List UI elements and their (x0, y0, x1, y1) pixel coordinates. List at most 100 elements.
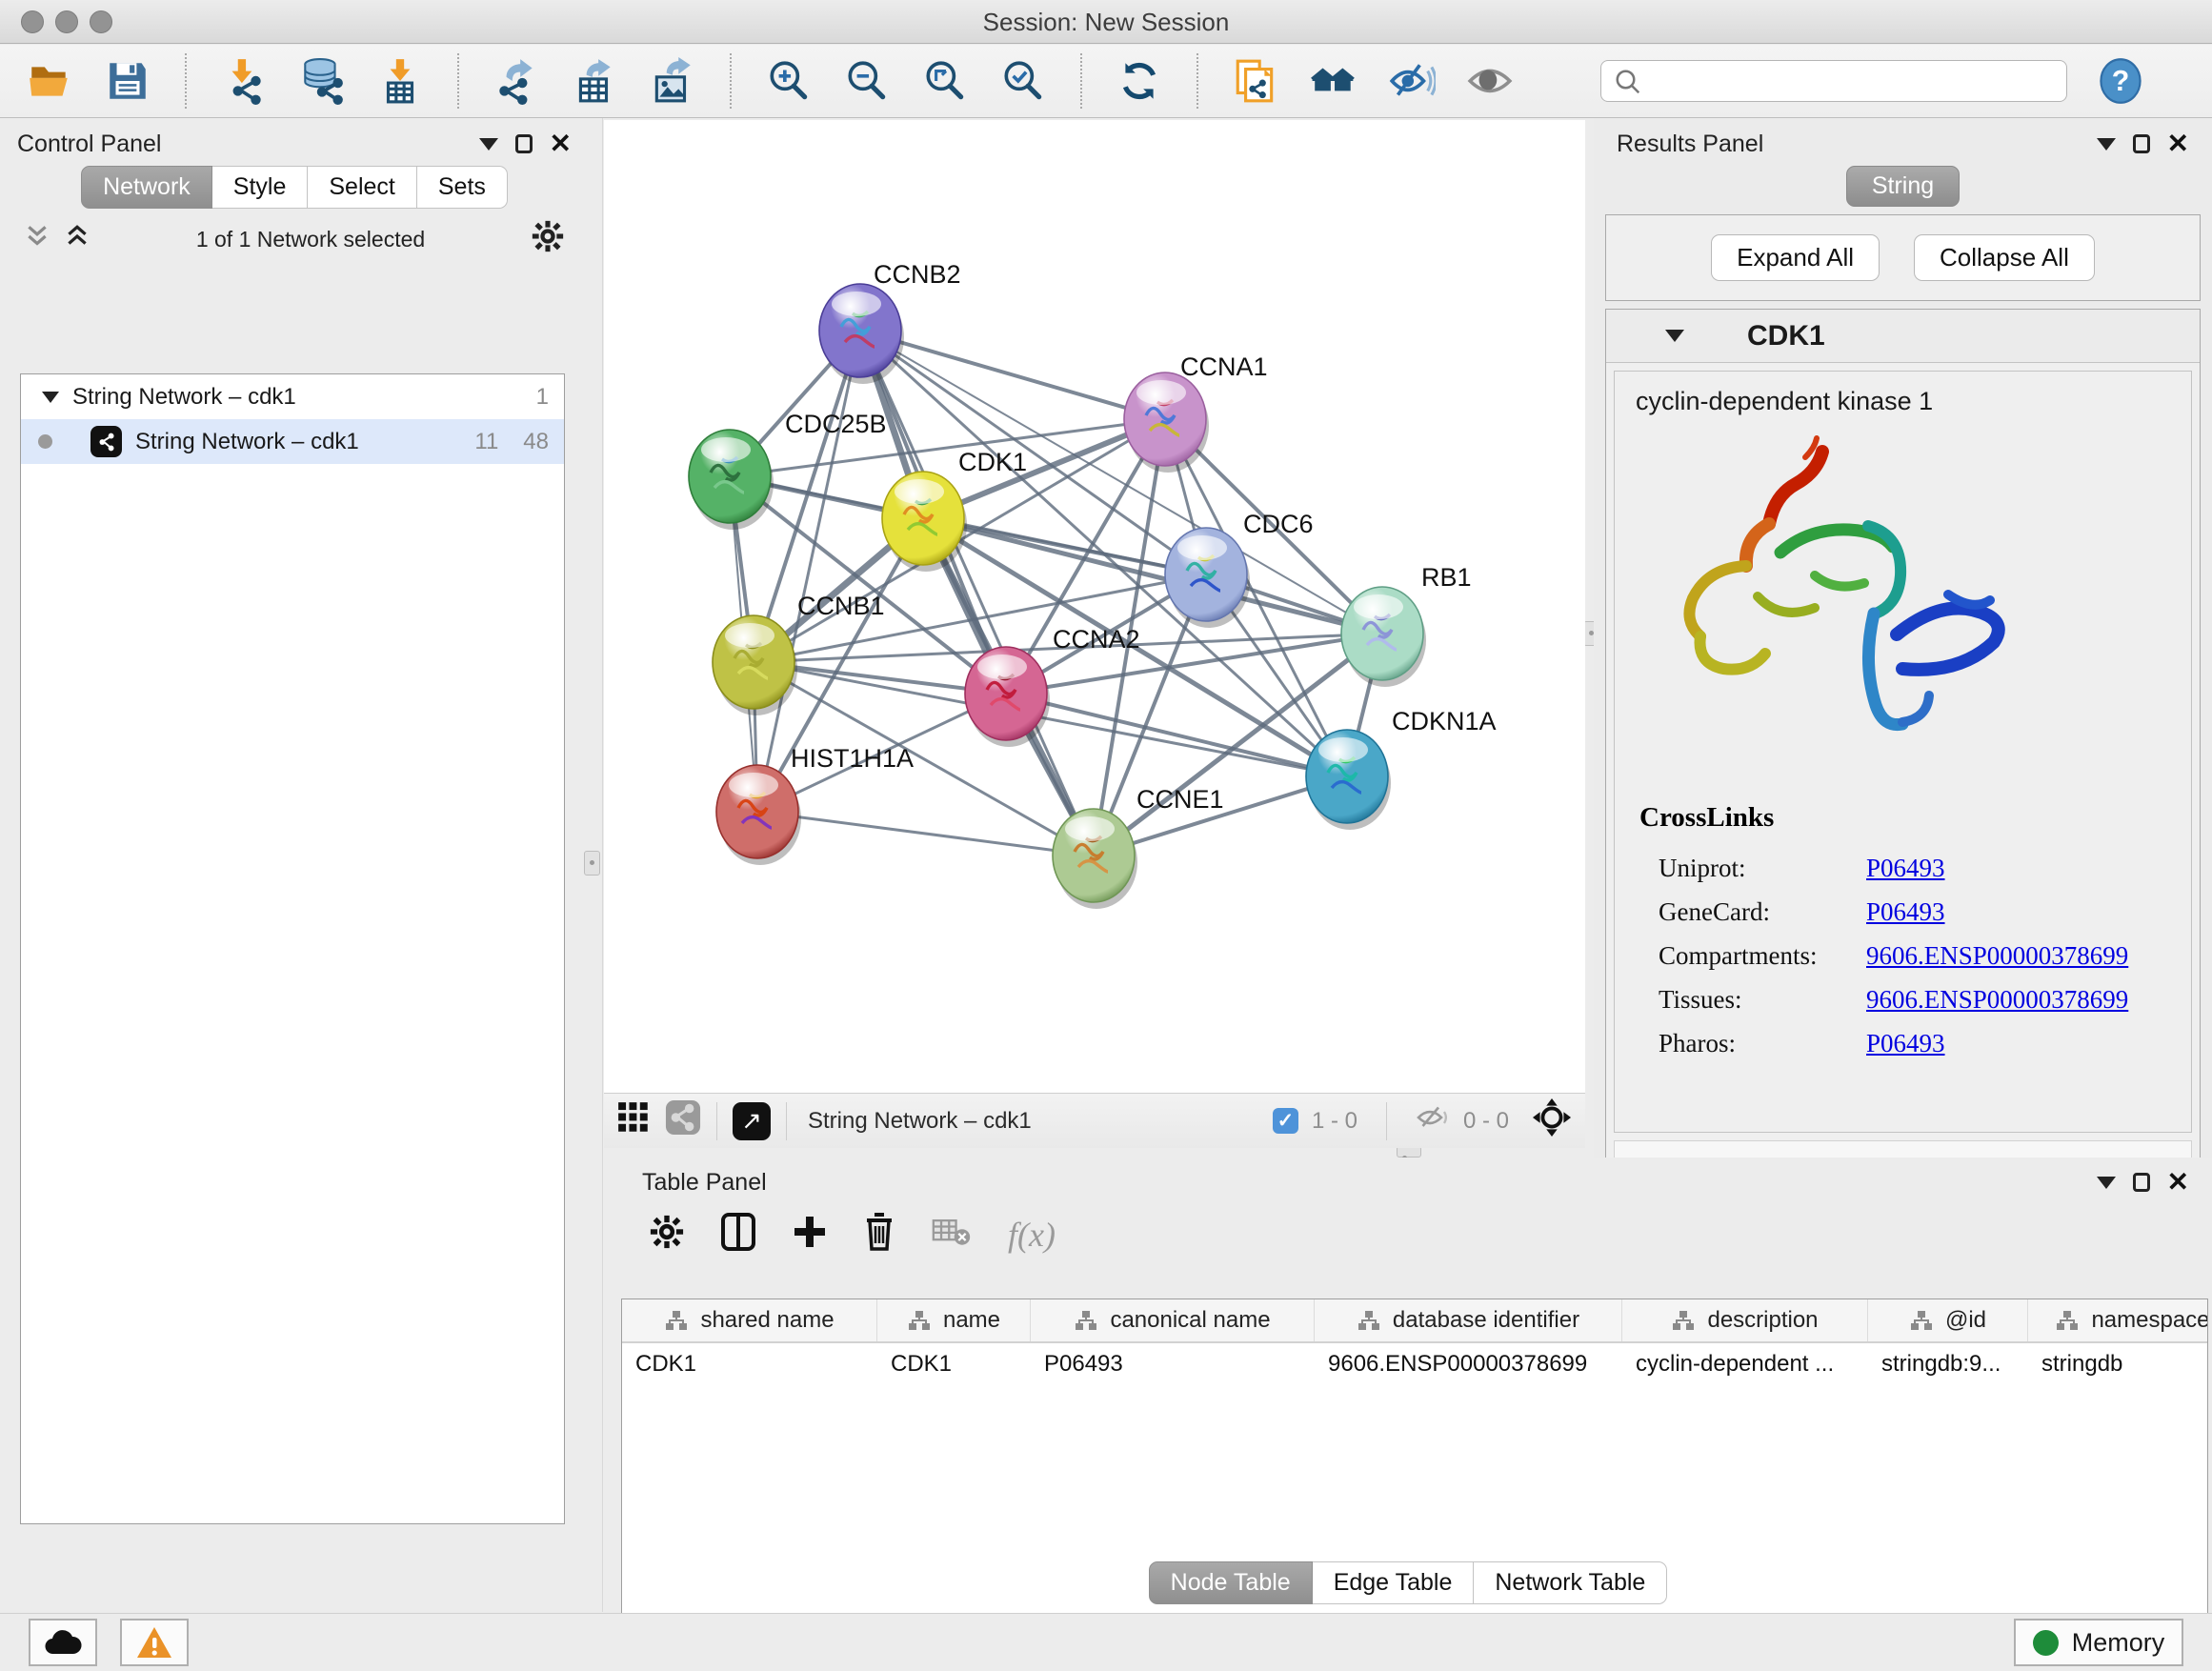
network-node-CCNA1[interactable]: CCNA1 (1124, 352, 1268, 473)
open-in-window-icon[interactable]: ↗ (733, 1102, 771, 1140)
zoom-fit-icon[interactable] (920, 56, 970, 106)
export-table-icon[interactable] (570, 56, 619, 106)
tab-node-table[interactable]: Node Table (1149, 1561, 1313, 1604)
grid-view-icon[interactable] (617, 1101, 650, 1140)
node-count: 11 (474, 429, 498, 455)
results-scrollbar[interactable] (1614, 1140, 2192, 1159)
tab-string[interactable]: String (1846, 166, 1960, 207)
table-cell[interactable]: stringdb:9... (1868, 1343, 2028, 1387)
show-eye-icon[interactable] (1465, 56, 1515, 106)
window-title: Session: New Session (0, 8, 2212, 37)
current-network-title: String Network – cdk1 (808, 1108, 1032, 1135)
expand-all-button[interactable]: Expand All (1711, 234, 1880, 281)
panel-float-icon[interactable] (2133, 134, 2150, 153)
network-view-mode-icon[interactable] (665, 1099, 701, 1142)
table-row[interactable]: CDK1CDK1P064939606.ENSP00000378699cyclin… (622, 1343, 2207, 1387)
open-session-icon[interactable] (25, 56, 74, 106)
import-database-icon[interactable] (297, 56, 347, 106)
panel-float-icon[interactable] (2133, 1173, 2150, 1192)
network-node-HIST1H1A[interactable]: HIST1H1A (716, 744, 914, 865)
table-cell[interactable]: P06493 (1031, 1343, 1315, 1387)
column-header-id[interactable]: @id (1868, 1299, 2028, 1341)
export-network-icon[interactable] (492, 56, 541, 106)
zoom-out-icon[interactable] (842, 56, 892, 106)
network-edge[interactable] (757, 812, 1094, 856)
node-label: CDKN1A (1392, 707, 1497, 735)
gene-section-header[interactable]: CDK1 (1606, 310, 2200, 363)
zoom-selected-icon[interactable] (998, 56, 1048, 106)
panel-float-icon[interactable] (515, 134, 533, 153)
collapse-all-button[interactable]: Collapse All (1914, 234, 2095, 281)
expand-all-networks-icon[interactable] (65, 223, 90, 255)
column-header-namespace[interactable]: namespace (2028, 1299, 2208, 1341)
network-edge[interactable] (757, 331, 860, 812)
show-columns-icon[interactable] (720, 1213, 756, 1256)
collection-expander-icon[interactable] (42, 392, 59, 403)
help-icon[interactable]: ? (2096, 56, 2145, 106)
network-label: String Network – cdk1 (135, 429, 359, 455)
column-header-canonicalname[interactable]: canonical name (1031, 1299, 1315, 1341)
crosslink-link[interactable]: 9606.ENSP00000378699 (1866, 985, 2128, 1015)
collapse-all-networks-icon[interactable] (25, 223, 50, 255)
panel-menu-icon[interactable] (479, 138, 498, 151)
network-node-CDKN1A[interactable]: CDKN1A (1306, 707, 1497, 830)
table-cell[interactable]: CDK1 (877, 1343, 1031, 1387)
network-options-gear-icon[interactable] (532, 220, 564, 258)
column-header-name[interactable]: name (877, 1299, 1031, 1341)
panel-close-icon[interactable]: ✕ (2167, 131, 2189, 157)
network-canvas[interactable]: CCNB2CCNA1CDC25BCDK1CDC6RB1CCNB1CCNA2CDK… (604, 120, 1585, 1093)
network-node-RB1[interactable]: RB1 (1341, 563, 1472, 687)
tab-network[interactable]: Network (81, 166, 212, 209)
fit-content-crosshair-icon[interactable] (1532, 1097, 1572, 1144)
crosslink-link[interactable]: 9606.ENSP00000378699 (1866, 941, 2128, 971)
table-cell[interactable]: stringdb (2028, 1343, 2208, 1387)
home-pages-icon[interactable] (1309, 56, 1358, 106)
network-node-CCNE1[interactable]: CCNE1 (1053, 785, 1224, 909)
tab-network-table[interactable]: Network Table (1474, 1561, 1667, 1604)
search-input[interactable] (1600, 60, 2067, 102)
tab-sets[interactable]: Sets (417, 166, 508, 209)
panel-menu-icon[interactable] (2097, 138, 2116, 151)
network-row[interactable]: String Network – cdk1 11 48 (21, 419, 564, 464)
network-edge[interactable] (860, 331, 1165, 419)
import-table-icon[interactable] (375, 56, 425, 106)
table-cell[interactable]: cyclin-dependent ... (1622, 1343, 1868, 1387)
zoom-in-icon[interactable] (764, 56, 814, 106)
network-edge[interactable] (1006, 694, 1347, 776)
table-cell[interactable]: 9606.ENSP00000378699 (1315, 1343, 1622, 1387)
network-view-toolbar: ↗ String Network – cdk1 ✓ 1 - 0 0 - 0 (604, 1093, 1585, 1148)
gene-expander-icon[interactable] (1665, 330, 1684, 342)
crosslink-link[interactable]: P06493 (1866, 897, 1945, 927)
copy-style-icon[interactable] (1231, 56, 1280, 106)
table-settings-gear-icon[interactable] (650, 1215, 684, 1254)
export-image-icon[interactable] (648, 56, 697, 106)
panel-menu-icon[interactable] (2097, 1177, 2116, 1189)
network-collection-row[interactable]: String Network – cdk1 1 (21, 374, 564, 419)
memory-button[interactable]: Memory (2014, 1619, 2183, 1666)
cloud-status-button[interactable] (29, 1619, 97, 1666)
network-node-CCNB2[interactable]: CCNB2 (819, 260, 961, 384)
add-column-icon[interactable] (793, 1215, 827, 1254)
column-header-description[interactable]: description (1622, 1299, 1868, 1341)
tab-select[interactable]: Select (308, 166, 416, 209)
panel-close-icon[interactable]: ✕ (550, 131, 572, 157)
table-cell[interactable]: CDK1 (622, 1343, 877, 1387)
hide-unhide-icon[interactable] (1387, 56, 1437, 106)
crosslink-link[interactable]: P06493 (1866, 854, 1945, 883)
column-header-sharedname[interactable]: shared name (622, 1299, 877, 1341)
import-network-icon[interactable] (219, 56, 269, 106)
column-header-databaseidentifier[interactable]: database identifier (1315, 1299, 1622, 1341)
warnings-button[interactable] (120, 1619, 189, 1666)
network-edge[interactable] (860, 331, 1094, 856)
left-splitter-handle[interactable] (584, 851, 600, 876)
crosslinks-title: CrossLinks (1639, 802, 1774, 834)
selected-checkbox-icon[interactable]: ✓ (1273, 1108, 1298, 1134)
refresh-icon[interactable] (1115, 56, 1164, 106)
tab-edge-table[interactable]: Edge Table (1313, 1561, 1475, 1604)
panel-close-icon[interactable]: ✕ (2167, 1169, 2189, 1196)
tab-style[interactable]: Style (212, 166, 309, 209)
delete-column-icon[interactable] (863, 1213, 895, 1256)
crosslink-link[interactable]: P06493 (1866, 1029, 1945, 1058)
gene-name: CDK1 (1747, 320, 1825, 352)
save-session-icon[interactable] (103, 56, 152, 106)
